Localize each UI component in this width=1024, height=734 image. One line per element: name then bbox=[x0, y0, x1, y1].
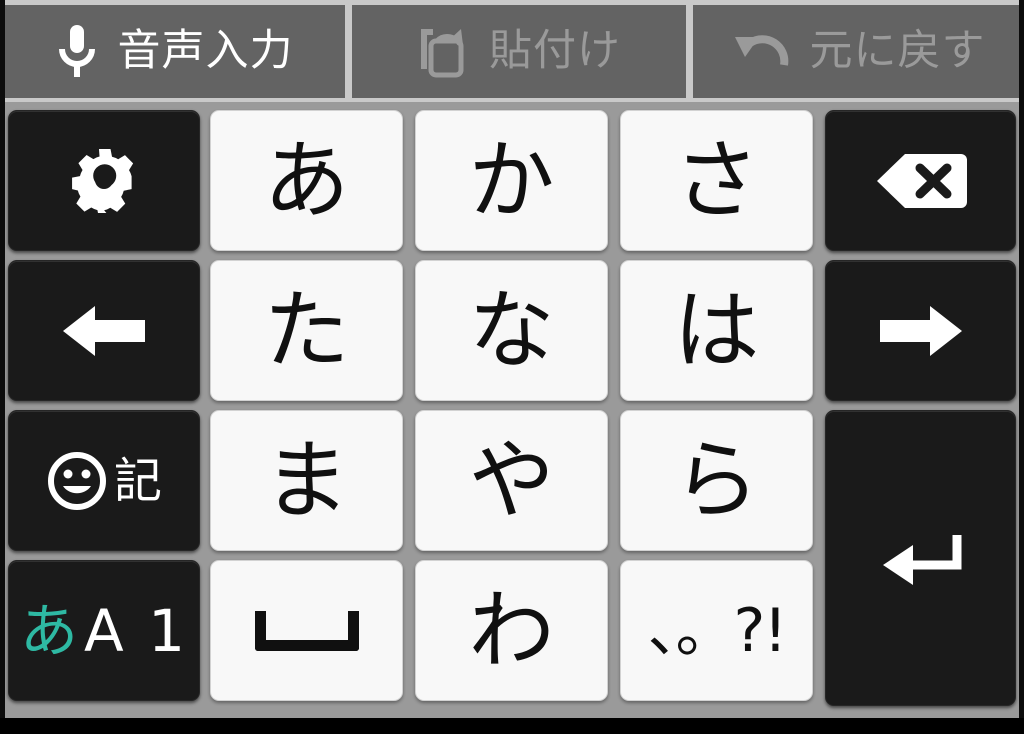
arrow-left-key[interactable] bbox=[8, 260, 200, 401]
kana-key-ha[interactable]: は bbox=[620, 260, 813, 401]
arrow-left-icon bbox=[61, 302, 147, 360]
paste-label: 貼付け bbox=[489, 26, 621, 76]
kana-key-a[interactable]: あ bbox=[210, 110, 403, 251]
paste-button[interactable]: 貼付け bbox=[352, 5, 686, 98]
bottom-black-bar bbox=[0, 718, 1024, 734]
kana-label: か bbox=[468, 130, 555, 231]
gear-icon bbox=[72, 148, 136, 213]
left-edge-strip bbox=[0, 0, 5, 718]
input-mode-rest-label: A 1 bbox=[84, 596, 189, 665]
microphone-icon bbox=[56, 23, 98, 81]
enter-key[interactable] bbox=[825, 410, 1016, 706]
kana-label: ま bbox=[263, 430, 350, 531]
undo-label: 元に戻す bbox=[809, 26, 986, 76]
voice-input-button[interactable]: 音声入力 bbox=[4, 5, 345, 98]
key-grid: あ か さ た な は 記 ま や ら あ A 1 わ 、。?! bbox=[0, 102, 1024, 718]
kana-label: さ bbox=[673, 130, 760, 231]
backspace-key[interactable] bbox=[825, 110, 1016, 251]
emoji-symbol-key[interactable]: 記 bbox=[8, 410, 200, 551]
input-mode-key[interactable]: あ A 1 bbox=[8, 560, 200, 701]
kana-label: や bbox=[468, 430, 555, 531]
kana-key-sa[interactable]: さ bbox=[620, 110, 813, 251]
kana-label: わ bbox=[468, 580, 555, 681]
kana-key-wa[interactable]: わ bbox=[415, 560, 608, 701]
kana-key-ma[interactable]: ま bbox=[210, 410, 403, 551]
arrow-right-icon bbox=[878, 302, 964, 360]
right-edge-strip bbox=[1019, 0, 1024, 718]
arrow-right-key[interactable] bbox=[825, 260, 1016, 401]
enter-return-icon bbox=[879, 529, 963, 587]
voice-input-label: 音声入力 bbox=[117, 26, 294, 76]
kana-key-ka[interactable]: か bbox=[415, 110, 608, 251]
japanese-keyboard: 音声入力 貼付け 元に戻す あ か さ た な は 記 ま や ら あ A 1 … bbox=[0, 0, 1024, 734]
undo-icon bbox=[732, 29, 790, 75]
kana-label: な bbox=[468, 280, 555, 381]
kana-key-ya[interactable]: や bbox=[415, 410, 608, 551]
input-mode-active-label: あ bbox=[19, 596, 78, 665]
keyboard-toolbar: 音声入力 貼付け 元に戻す bbox=[0, 0, 1024, 102]
backspace-icon bbox=[875, 150, 967, 212]
kana-label: は bbox=[673, 280, 760, 381]
punctuation-label: 、。?! bbox=[647, 595, 788, 666]
kana-label: た bbox=[263, 280, 350, 381]
undo-button[interactable]: 元に戻す bbox=[693, 5, 1024, 98]
settings-key[interactable] bbox=[8, 110, 200, 251]
punctuation-key[interactable]: 、。?! bbox=[620, 560, 813, 701]
kana-label: ら bbox=[673, 430, 760, 531]
paste-icon bbox=[417, 23, 469, 81]
kana-key-na[interactable]: な bbox=[415, 260, 608, 401]
kana-key-ta[interactable]: た bbox=[210, 260, 403, 401]
space-bar-icon bbox=[254, 610, 359, 651]
smiley-icon bbox=[46, 450, 108, 512]
space-key[interactable] bbox=[210, 560, 403, 701]
kana-key-ra[interactable]: ら bbox=[620, 410, 813, 551]
emoji-key-label: 記 bbox=[113, 452, 162, 509]
kana-label: あ bbox=[263, 130, 350, 231]
